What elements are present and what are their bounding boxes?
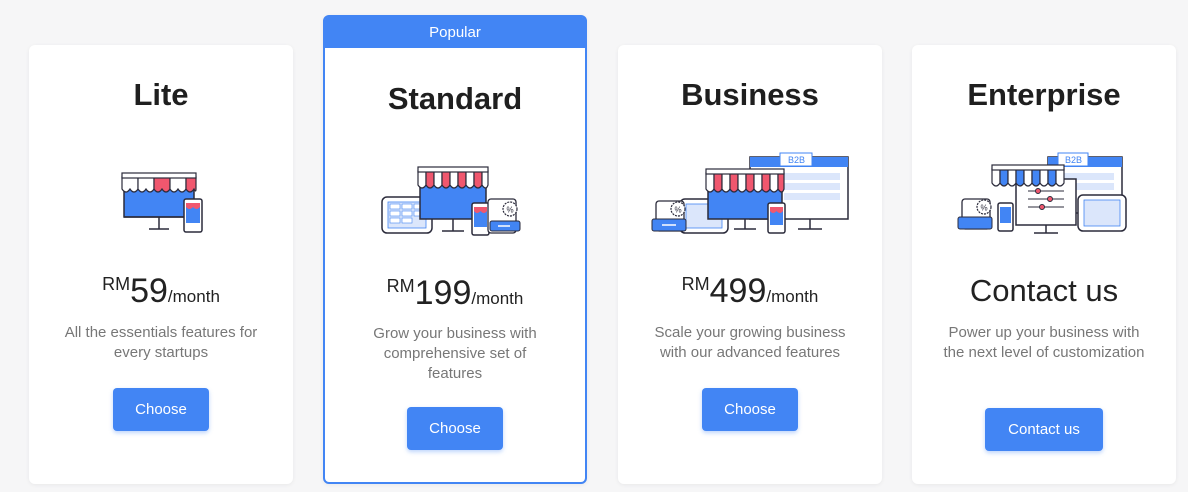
plan-title: Standard <box>387 81 523 116</box>
price-period: /month <box>167 287 220 306</box>
price-currency: RM <box>386 276 415 296</box>
plan-card-standard: Popular Standard % RM199/month Grow your… <box>323 15 587 484</box>
b2b-tag: B2B <box>788 155 805 165</box>
plan-price: RM499/month <box>618 272 882 311</box>
choose-standard-button[interactable]: Choose <box>407 407 503 450</box>
plan-description: Power up your business with the next lev… <box>943 324 1145 361</box>
plan-title: Business <box>681 77 819 112</box>
price-currency: RM <box>681 274 710 294</box>
plan-price-contact: Contact us <box>969 273 1119 308</box>
enterprise-store-icon: B2B % <box>912 143 1176 239</box>
price-period: /month <box>766 287 819 306</box>
price-currency: RM <box>102 274 131 294</box>
plan-description: Scale your growing business with our adv… <box>654 324 846 361</box>
svg-text:%: % <box>981 204 988 213</box>
storefront-icon <box>29 143 293 235</box>
b2b-store-icon: B2B % <box>618 143 882 239</box>
b2b-tag: B2B <box>1065 155 1082 165</box>
plan-description: Grow your business with comprehensive se… <box>373 325 537 382</box>
plan-description: All the essentials features for every st… <box>64 324 258 361</box>
contact-us-button[interactable]: Contact us <box>985 408 1103 451</box>
choose-lite-button[interactable]: Choose <box>113 388 209 431</box>
price-period: /month <box>471 289 524 308</box>
plan-title: Enterprise <box>967 77 1121 112</box>
svg-text:%: % <box>675 206 682 215</box>
price-amount: 59 <box>130 272 168 310</box>
plan-price: RM59/month <box>29 272 293 311</box>
price-amount: 199 <box>414 274 472 312</box>
plan-card-enterprise: Enterprise B2B % Contact us Power up you… <box>912 45 1176 484</box>
plan-title: Lite <box>133 77 189 112</box>
plan-card-business: Business B2B % RM499/month Scale your gr… <box>618 45 882 484</box>
plan-price: RM199/month <box>325 274 585 313</box>
popular-badge: Popular <box>325 17 585 48</box>
choose-business-button[interactable]: Choose <box>702 388 798 431</box>
svg-text:%: % <box>507 206 514 215</box>
storefront-pos-icon: % <box>325 145 585 241</box>
plan-card-lite: Lite RM59/month All the essentials featu… <box>29 45 293 484</box>
price-amount: 499 <box>709 272 767 310</box>
